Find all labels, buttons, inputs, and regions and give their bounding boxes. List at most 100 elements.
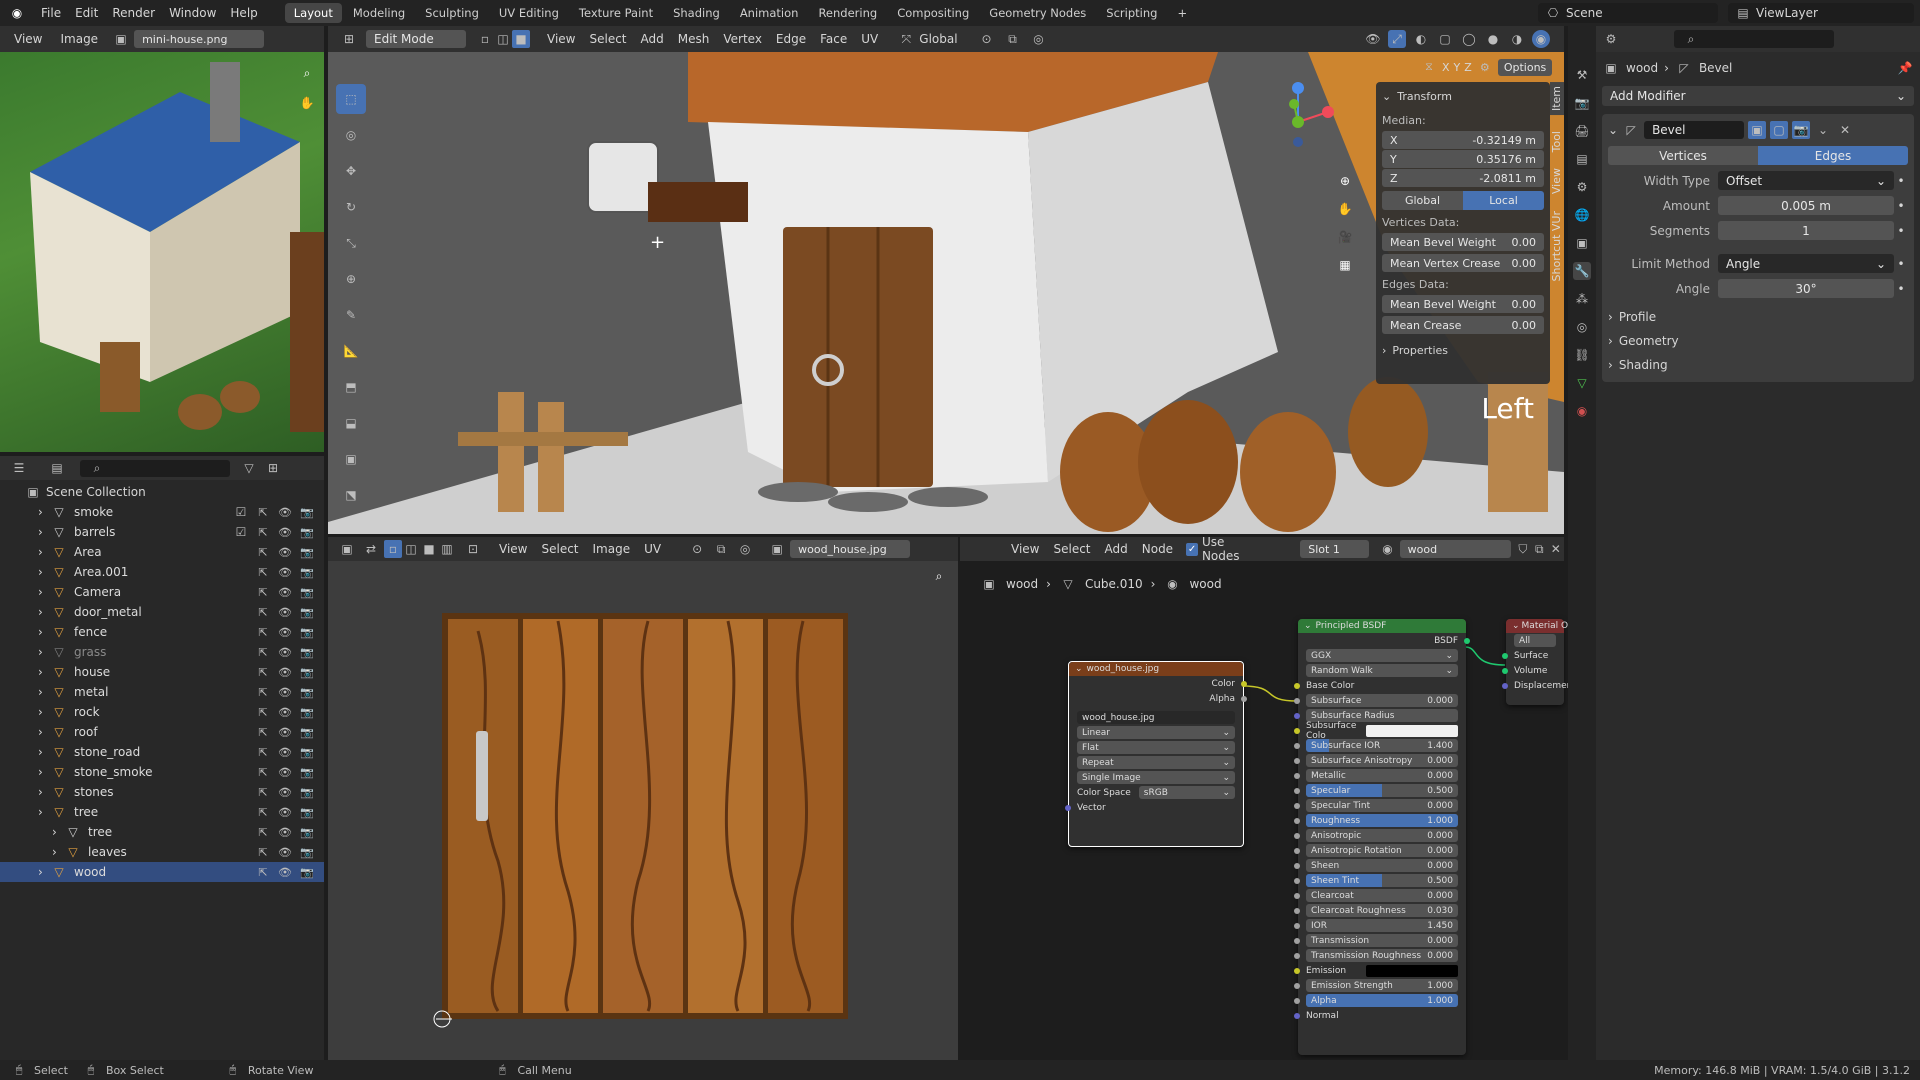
tab-layout[interactable]: Layout [284, 3, 342, 23]
node-menu-view[interactable]: View [1004, 542, 1046, 556]
keyframe-dot-icon[interactable]: • [1894, 257, 1908, 271]
outliner-item[interactable]: › ▽ fence ⇱ 👁 📷 [0, 622, 324, 642]
node-menu-select[interactable]: Select [1046, 542, 1097, 556]
expand-arrow-icon[interactable]: › [38, 565, 50, 579]
keyframe-dot-icon[interactable]: • [1894, 199, 1908, 213]
input-socket[interactable] [1294, 772, 1300, 779]
sidebar-tab-item[interactable]: Item [1550, 82, 1564, 116]
limit-method-dropdown[interactable]: Angle ⌄ [1718, 254, 1894, 273]
expand-arrow-icon[interactable]: › [38, 705, 50, 719]
input-slider[interactable]: Subsurface 0.000 [1306, 694, 1458, 707]
display-mode-icon[interactable]: ▤ [48, 459, 66, 477]
input-slider[interactable]: Alpha 1.000 [1306, 994, 1458, 1007]
options-icon[interactable]: ⚙ [1476, 58, 1494, 76]
input-socket[interactable] [1294, 982, 1300, 989]
expand-arrow-icon[interactable]: › [52, 825, 64, 839]
tab-rendering[interactable]: Rendering [809, 3, 886, 23]
alpha-socket[interactable] [1241, 695, 1247, 702]
world-props-icon[interactable]: 🌐 [1573, 206, 1591, 224]
render-toggle-icon[interactable]: 📷 [298, 863, 316, 881]
edge-select-icon[interactable]: ◫ [494, 30, 512, 48]
face-select-icon[interactable]: ■ [512, 30, 530, 48]
menu-edit[interactable]: Edit [68, 6, 105, 20]
material-output-node[interactable]: ⌄ Material Output All Surface Volume Disp… [1502, 619, 1592, 705]
render-toggle-icon[interactable]: 📷 [298, 843, 316, 861]
inset-tool-icon[interactable]: ▣ [336, 444, 366, 474]
base-color-socket[interactable] [1294, 682, 1300, 689]
vp-menu-vertex[interactable]: Vertex [716, 32, 769, 46]
rotate-tool-icon[interactable]: ↻ [336, 192, 366, 222]
select-toggle-icon[interactable]: ⇱ [254, 863, 272, 881]
tab-shading[interactable]: Shading [664, 3, 729, 23]
node-canvas[interactable]: ▣ wood › ▽ Cube.010 › ◉ wood ⌄ wood_house… [960, 561, 1592, 1060]
viewport-3d[interactable]: + Left ⧖ X Y Z ⚙ Options ⊕ ✋ 🎥 ▦ ⬚ ◎ ✥ ↻… [328, 52, 1564, 534]
visibility-icon[interactable]: 👁 [276, 783, 294, 801]
visibility-icon[interactable]: 👁 [276, 623, 294, 641]
input-slider[interactable]: Specular Tint 0.000 [1306, 799, 1458, 812]
expand-arrow-icon[interactable]: › [38, 765, 50, 779]
keyframe-dot-icon[interactable]: • [1894, 224, 1908, 238]
sidebar-tab-shortcut[interactable]: Shortcut VUr [1550, 211, 1564, 281]
menu-file[interactable]: File [34, 6, 68, 20]
vp-menu-uv[interactable]: UV [854, 32, 885, 46]
uv-editor-type-icon[interactable]: ▣ [338, 540, 356, 558]
sss-method-dropdown[interactable]: Random Walk ⌄ [1306, 664, 1458, 677]
node-menu-node[interactable]: Node [1135, 542, 1180, 556]
select-toggle-icon[interactable]: ⇱ [254, 743, 272, 761]
input-slider[interactable]: Emission Strength 1.000 [1306, 979, 1458, 992]
render-toggle-icon[interactable]: 📷 [298, 723, 316, 741]
visibility-icon[interactable]: 👁 [276, 843, 294, 861]
fake-user-icon[interactable]: ⛉ [1515, 540, 1531, 558]
pin-icon[interactable]: 📌 [1896, 59, 1914, 77]
edit-mode-toggle-icon[interactable]: ▣ [1748, 121, 1767, 139]
keyframe-dot-icon[interactable]: • [1894, 282, 1908, 296]
axis-y-toggle[interactable]: Y [1454, 61, 1461, 74]
uv-image-field[interactable]: wood_house.jpg [790, 540, 911, 558]
vp-menu-mesh[interactable]: Mesh [671, 32, 717, 46]
constraints-props-icon[interactable]: ⛓ [1573, 346, 1591, 364]
render-toggle-icon[interactable]: 📷 [298, 703, 316, 721]
node-menu-add[interactable]: Add [1098, 542, 1135, 556]
input-socket[interactable] [1294, 967, 1300, 974]
outliner-item[interactable]: › ▽ rock ⇱ 👁 📷 [0, 702, 324, 722]
image-browse-icon[interactable]: ▣ [112, 30, 130, 48]
expand-arrow-icon[interactable]: › [38, 525, 50, 539]
annotate-tool-icon[interactable]: ✎ [336, 300, 366, 330]
pivot-icon[interactable]: ⊙ [978, 30, 996, 48]
rendered-shading-icon[interactable]: ◉ [1532, 30, 1550, 48]
global-button[interactable]: Global [1382, 191, 1463, 210]
select-toggle-icon[interactable]: ⇱ [254, 843, 272, 861]
mean-bevel-weight-edge-field[interactable]: Mean Bevel Weight 0.00 [1382, 295, 1544, 313]
outliner-item[interactable]: › ▽ Camera ⇱ 👁 📷 [0, 582, 324, 602]
visibility-icon[interactable]: 👁 [276, 683, 294, 701]
material-name-field[interactable]: wood [1399, 540, 1511, 558]
source-dropdown[interactable]: Single Image ⌄ [1077, 771, 1235, 784]
local-button[interactable]: Local [1463, 191, 1544, 210]
input-socket[interactable] [1294, 952, 1300, 959]
input-socket[interactable] [1294, 742, 1300, 749]
vp-menu-view[interactable]: View [540, 32, 582, 46]
visibility-icon[interactable]: 👁 [276, 583, 294, 601]
angle-field[interactable]: 30° [1718, 279, 1894, 298]
zoom-view-icon[interactable]: ⊕ [1336, 172, 1354, 190]
uv-menu-view[interactable]: View [492, 542, 534, 556]
render-toggle-icon[interactable]: 📷 [298, 503, 316, 521]
outliner-item[interactable]: › ▽ grass ⇱ 👁 📷 [0, 642, 324, 662]
outliner-item[interactable]: › ▽ house ⇱ 👁 📷 [0, 662, 324, 682]
tab-compositing[interactable]: Compositing [888, 3, 978, 23]
outliner-item[interactable]: › ▽ roof ⇱ 👁 📷 [0, 722, 324, 742]
displacement-socket[interactable] [1502, 682, 1508, 689]
cursor-tool-icon[interactable]: ◎ [336, 120, 366, 150]
uv-zoom-icon[interactable]: ⌕ [930, 567, 948, 585]
width-type-dropdown[interactable]: Offset ⌄ [1718, 171, 1894, 190]
outliner-search-input[interactable]: ⌕ [80, 459, 230, 477]
menu-help[interactable]: Help [223, 6, 264, 20]
collapse-icon[interactable]: ⌄ [1608, 123, 1618, 137]
sticky-select-icon[interactable]: ⊡ [464, 540, 482, 558]
pan-hand-icon[interactable]: ✋ [298, 94, 316, 112]
object-props-icon[interactable]: ▣ [1573, 234, 1591, 252]
input-slider[interactable]: Clearcoat 0.000 [1306, 889, 1458, 902]
image-node-image-field[interactable]: wood_house.jpg [1077, 711, 1235, 724]
vp-menu-edge[interactable]: Edge [769, 32, 813, 46]
mode-selector[interactable]: Edit Mode [366, 30, 466, 48]
